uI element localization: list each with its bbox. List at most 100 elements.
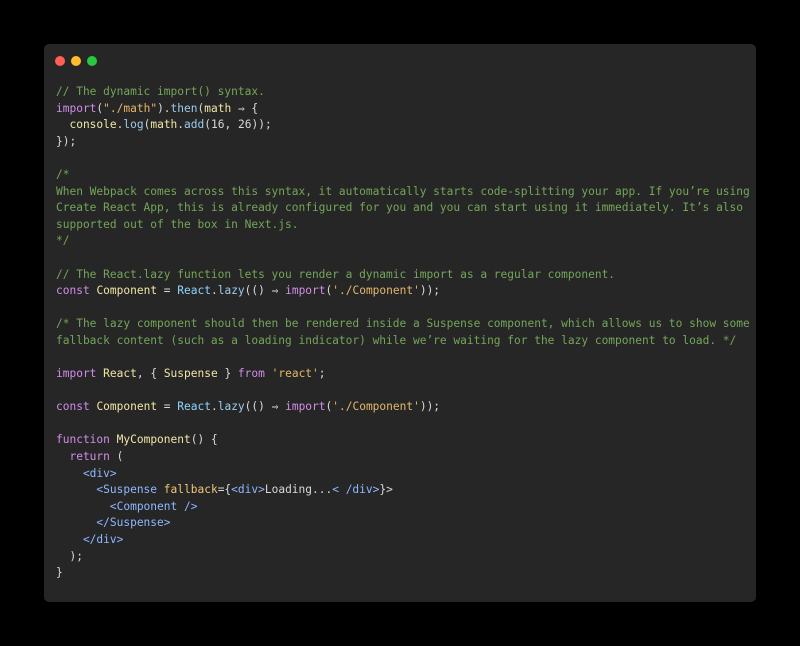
code-line: /* The lazy component should then be ren…: [56, 316, 756, 333]
code-token: function: [56, 433, 110, 447]
code-token: When Webpack comes across this syntax, i…: [56, 184, 750, 198]
code-token: =: [157, 284, 178, 298]
code-token: './Component': [332, 284, 420, 298]
code-token: // The dynamic import() syntax.: [56, 85, 265, 98]
code-line: return (: [56, 449, 756, 466]
code-token: (() ⇒: [244, 400, 286, 414]
code-token: ⇒ {: [231, 101, 259, 115]
code-token: , {: [136, 367, 164, 381]
code-token: React: [103, 367, 137, 381]
code-token: */: [56, 234, 70, 248]
code-token: return: [56, 450, 110, 464]
code-token: import: [285, 400, 326, 414]
code-token: supported out of the box in Next.js.: [56, 217, 299, 231]
code-line: }: [56, 565, 756, 582]
code-token: math: [204, 101, 232, 115]
code-token: const: [56, 284, 90, 298]
code-token: "./math": [103, 101, 158, 115]
code-token: }: [217, 367, 238, 381]
code-token: import: [56, 101, 97, 115]
code-token: (: [204, 118, 212, 132]
code-token: './Component': [332, 400, 420, 414]
code-token: );: [56, 549, 83, 563]
code-token: /* The lazy component should then be ren…: [56, 317, 750, 331]
code-token: (: [109, 450, 124, 464]
code-line: </Suspense>: [56, 515, 756, 532]
code-token: <div>: [231, 483, 265, 497]
code-line: When Webpack comes across this syntax, i…: [56, 184, 756, 201]
code-token: Loading...: [264, 483, 333, 497]
code-token: 16: [211, 118, 225, 132]
code-token: MyComponent: [116, 433, 191, 447]
code-token: ,: [224, 118, 238, 132]
minimize-icon[interactable]: [71, 56, 81, 66]
code-token: console: [56, 118, 117, 132]
code-token: }: [56, 566, 63, 580]
code-line: const Component = React.lazy(() ⇒ import…: [56, 399, 756, 416]
code-line: </div>: [56, 532, 756, 549]
code-token: </Suspense>: [56, 516, 171, 530]
zoom-icon[interactable]: [87, 56, 97, 66]
code-line: /*: [56, 167, 756, 184]
code-line: });: [56, 134, 756, 151]
code-token: 'react': [271, 367, 319, 381]
code-window: // The dynamic import() syntax. import(".…: [44, 44, 756, 602]
code-token: ).: [157, 101, 171, 115]
code-token: ));: [419, 284, 441, 298]
code-token: </div>: [56, 533, 124, 547]
code-token: from: [237, 367, 265, 381]
code-line: Create React App, this is already config…: [56, 200, 756, 217]
code-token: fallback: [163, 483, 218, 497]
close-icon[interactable]: [55, 56, 65, 66]
code-token: Suspense: [163, 367, 218, 381]
code-token: const: [56, 400, 90, 414]
code-line: import React, { Suspense } from 'react';: [56, 366, 756, 383]
code-token: // The React.lazy function lets you rend…: [56, 267, 616, 281]
code-line: <Component />: [56, 499, 756, 516]
code-token: fallback content (such as a loading indi…: [56, 333, 737, 347]
code-token: <Component />: [56, 499, 198, 513]
code-token: lazy: [217, 284, 245, 298]
code-token: /*: [56, 167, 70, 181]
code-line: const Component = React.lazy(() ⇒ import…: [56, 283, 756, 300]
code-token: <div>: [56, 466, 117, 480]
code-line: <Suspense fallback={<div>Loading...< /di…: [56, 482, 756, 499]
code-line: function MyComponent() {: [56, 432, 756, 449]
code-token: .: [210, 284, 218, 298]
code-token: ;: [318, 367, 326, 381]
code-token: (() ⇒: [244, 284, 286, 298]
code-token: < /div>: [332, 483, 380, 497]
code-token: <Suspense: [56, 483, 158, 497]
code-block: // The dynamic import() syntax. import(".…: [56, 84, 756, 582]
window-controls: [55, 56, 97, 66]
code-token: math: [150, 118, 178, 132]
code-line: // The dynamic import() syntax.: [56, 84, 756, 101]
code-token: lazy: [217, 400, 245, 414]
code-token: add: [184, 118, 205, 132]
code-line: import("./math").then(math ⇒ {: [56, 101, 756, 118]
code-token: ={: [217, 483, 232, 497]
code-line: fallback content (such as a loading indi…: [56, 333, 756, 350]
code-token: });: [56, 134, 77, 148]
code-line: supported out of the box in Next.js.: [56, 217, 756, 234]
code-token: React: [177, 400, 211, 414]
code-token: }>: [379, 483, 393, 497]
code-token: import: [56, 367, 97, 381]
code-line: );: [56, 549, 756, 566]
code-token: Component: [96, 284, 158, 298]
code-token: Create React App, this is already config…: [56, 201, 744, 215]
code-token: =: [157, 400, 178, 414]
code-line: console.log(math.add(16, 26));: [56, 117, 756, 134]
code-token: import: [285, 284, 326, 298]
code-token: then: [170, 101, 198, 115]
code-token: log: [123, 118, 144, 132]
code-line: // The React.lazy function lets you rend…: [56, 267, 756, 284]
